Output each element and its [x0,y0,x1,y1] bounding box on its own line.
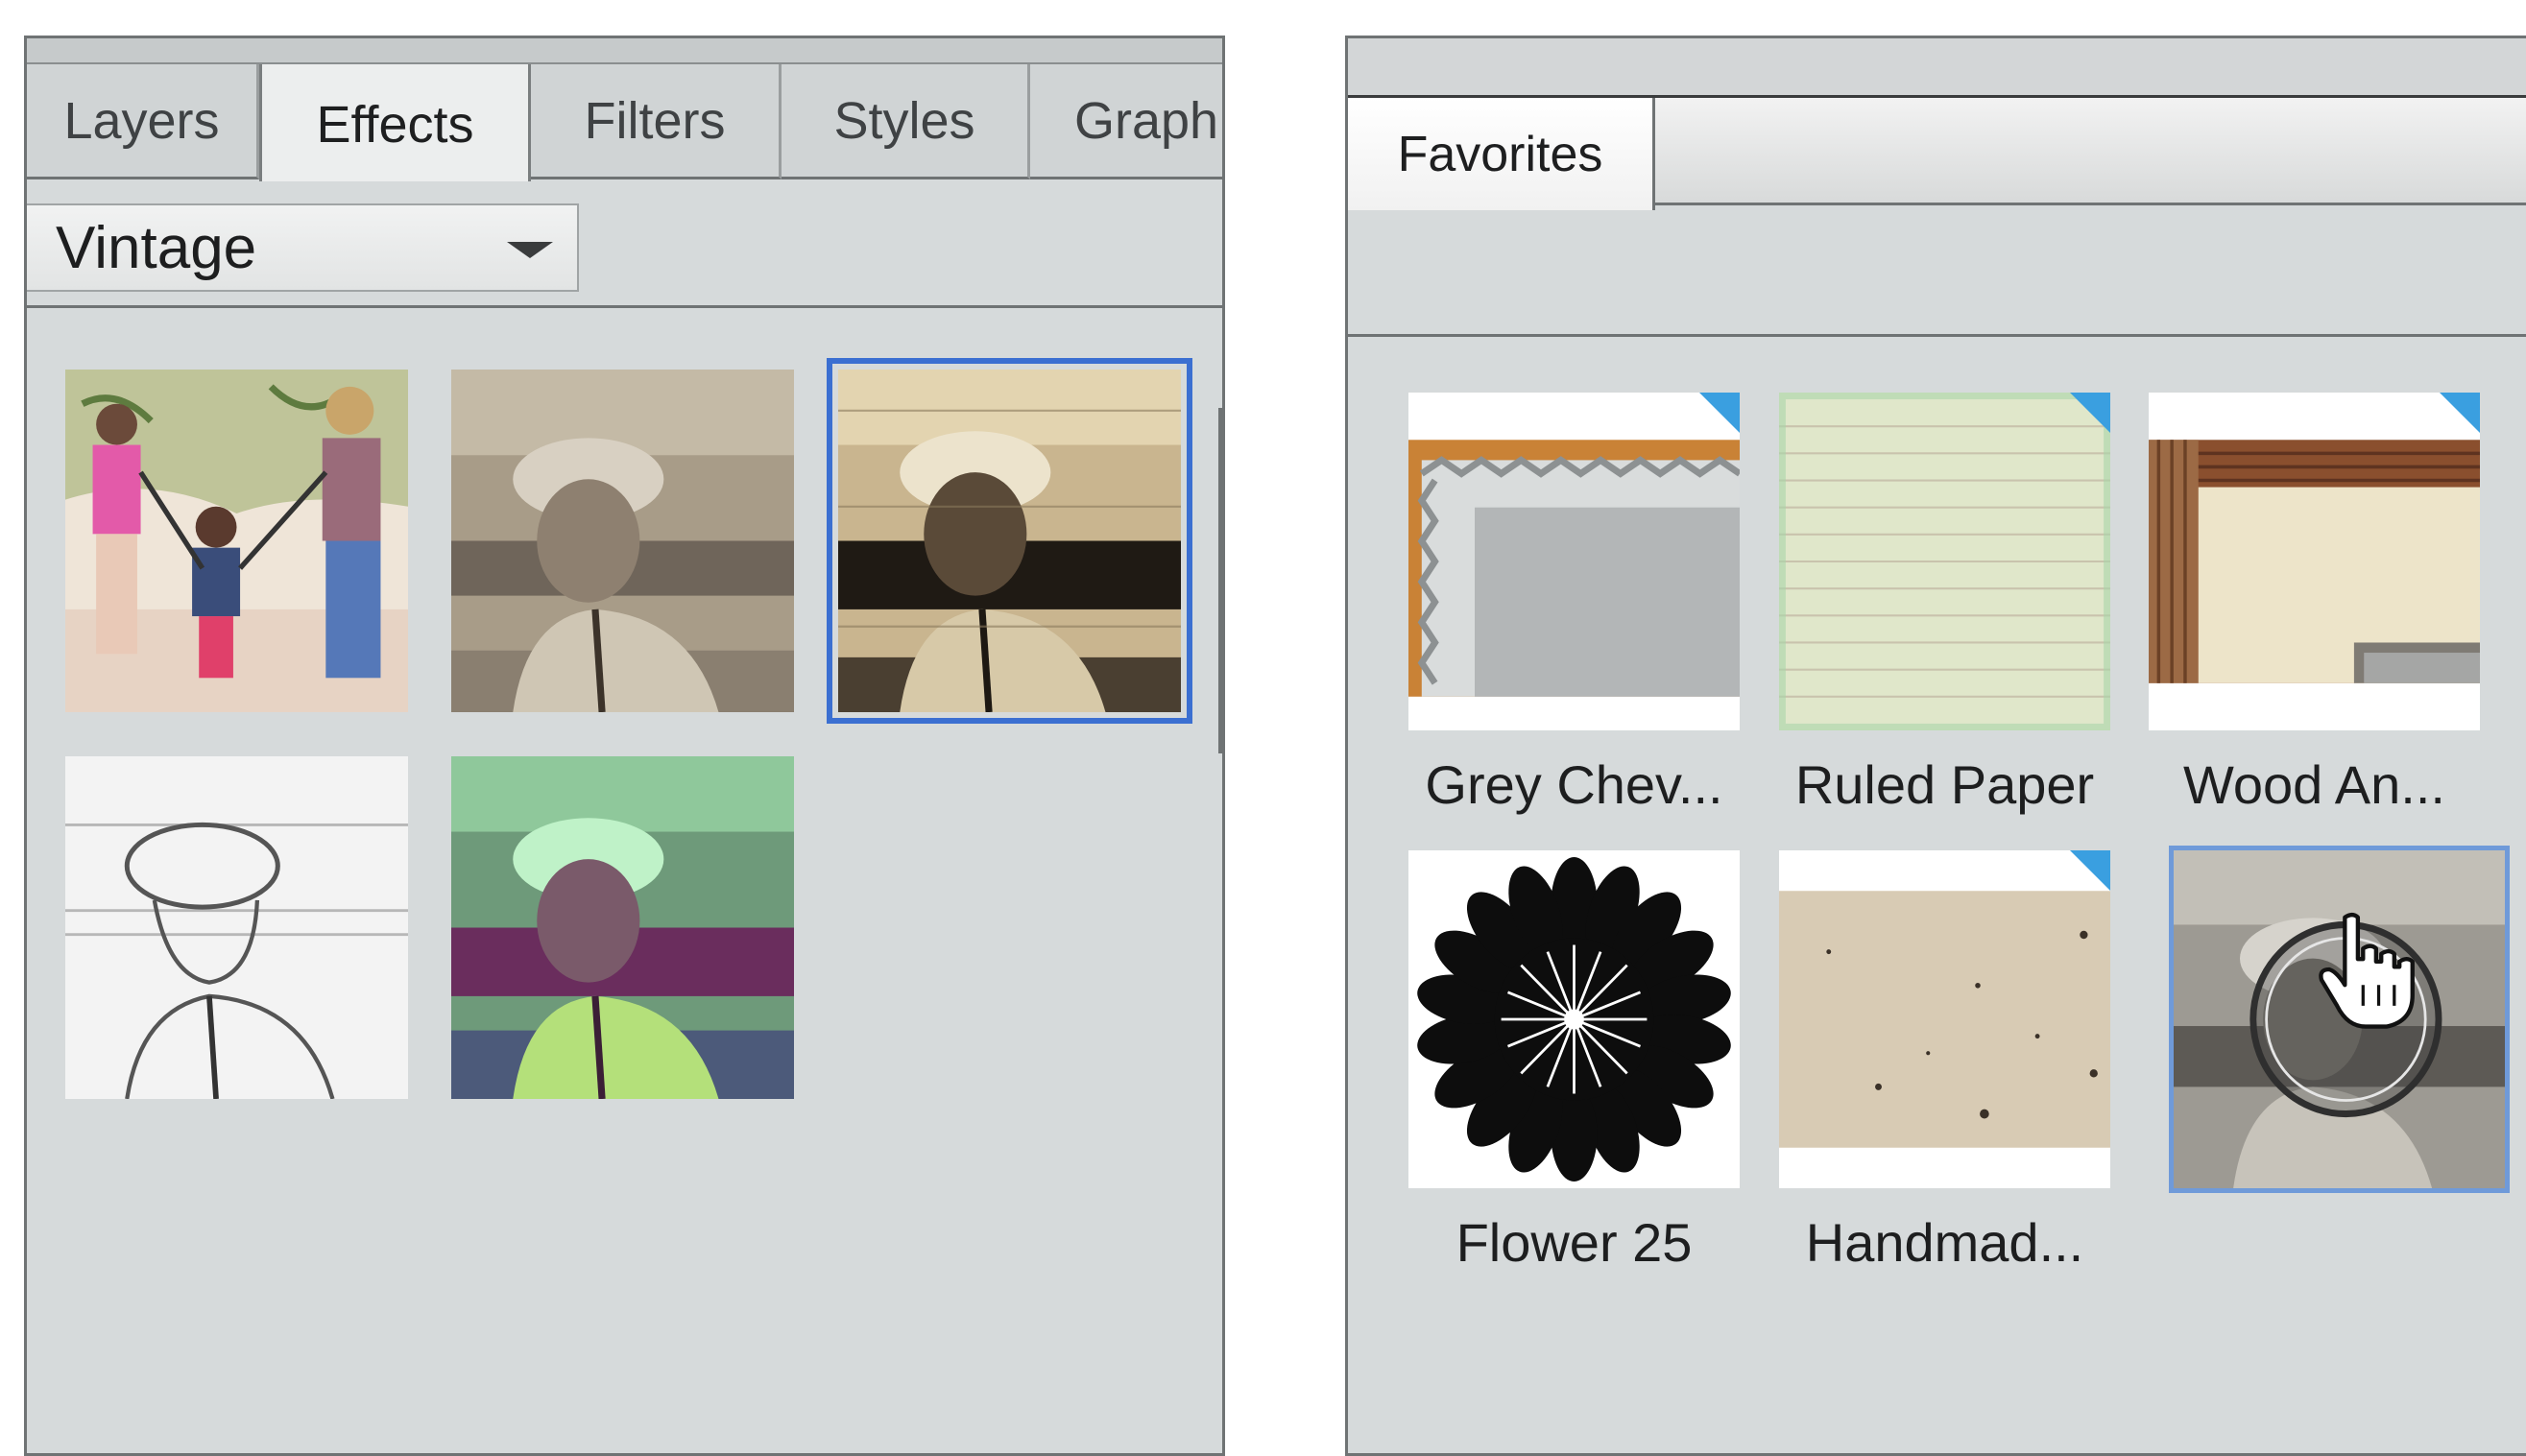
panel-tabs: Layers Effects Filters Styles Graph [27,64,1222,181]
favorite-item-ruled-paper[interactable]: Ruled Paper [1779,393,2110,816]
favorite-item-grey-chevron[interactable]: Grey Chev... [1408,393,1740,816]
favorite-badge-icon [1699,393,1740,433]
tab-layers[interactable]: Layers [27,64,259,179]
favorite-item-handmade[interactable]: Handmad... [1779,850,2110,1274]
dropdown-divider [27,305,1222,308]
tab-filters[interactable]: Filters [531,64,782,179]
category-dropdown-value: Vintage [56,214,257,281]
favorite-thumbnail[interactable] [1408,850,1740,1188]
favorites-panel: Favorites Grey Chev... Ruled Paper Wood … [1345,36,2526,1456]
favorite-item-wood-antique[interactable]: Wood An... [2149,393,2480,816]
favorite-label: Flower 25 [1455,1212,1693,1273]
effect-thumbnail-aged-photo[interactable] [827,358,1192,724]
favorite-label: Handmad... [1805,1212,2084,1273]
effect-thumbnail-pencil-color[interactable] [65,370,408,712]
favorite-badge-icon [2440,393,2480,433]
favorite-label: Ruled Paper [1794,754,2095,815]
tab-graphics[interactable]: Graph [1030,64,1222,179]
effect-thumbnail-sepia[interactable] [451,370,794,712]
panel-header-strip [1348,38,2526,98]
hand-pointer-icon [2313,907,2418,1032]
favorite-thumbnail[interactable] [1779,393,2110,730]
tab-favorites[interactable]: Favorites [1348,98,1655,210]
favorite-badge-icon [2070,393,2110,433]
favorites-divider [1348,334,2526,337]
favorite-thumbnail[interactable] [1779,850,2110,1188]
favorite-thumbnail[interactable] [1408,393,1740,730]
effects-panel: Layers Effects Filters Styles Graph Vint… [24,36,1225,1456]
favorite-thumbnail[interactable] [2149,393,2480,730]
category-dropdown[interactable]: Vintage [27,203,579,292]
favorite-badge-icon [2070,850,2110,891]
chevron-down-icon[interactable] [507,242,553,258]
tab-effects[interactable]: Effects [259,64,531,181]
effect-thumbnail-pencil-sketch[interactable] [65,756,408,1099]
favorite-label: Grey Chev... [1425,754,1723,815]
panel-header-strip [27,38,1222,64]
favorite-label: Wood An... [2183,754,2445,815]
next-thumbnail-edge [1218,408,1222,753]
favorite-item-flower-25[interactable]: Flower 25 [1408,850,1740,1274]
effect-thumbnail-cross-process[interactable] [451,756,794,1099]
tab-styles[interactable]: Styles [782,64,1030,179]
